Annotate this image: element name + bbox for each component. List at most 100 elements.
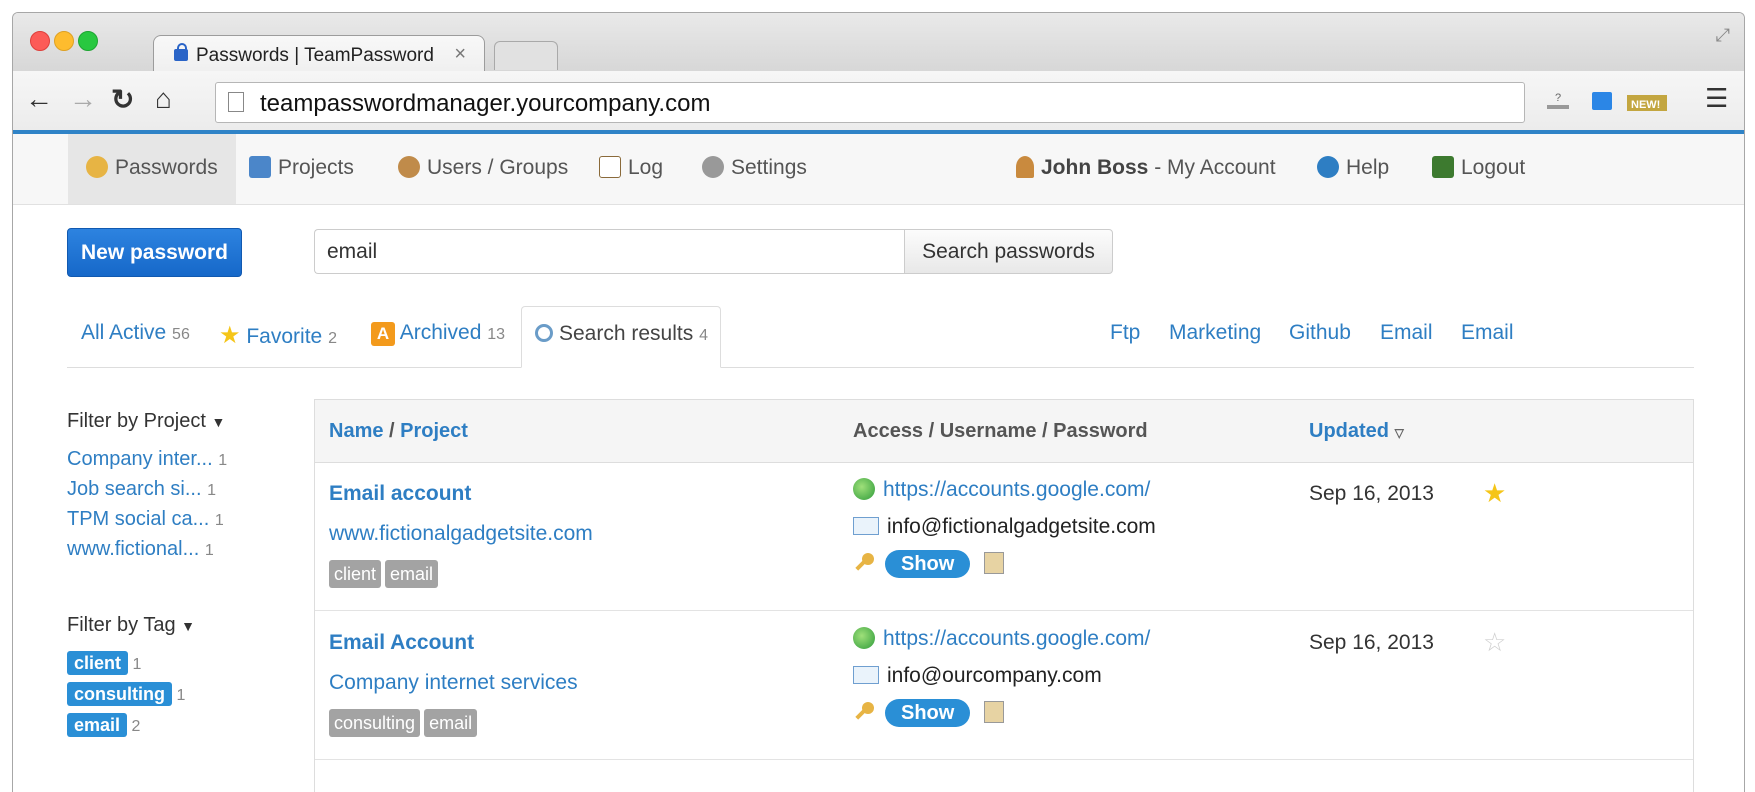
menu-icon[interactable]: ☰ [1705,83,1728,114]
tab-search-results[interactable]: Search results 4 [521,306,721,368]
show-password-button[interactable]: Show [885,699,971,727]
nav-my-account[interactable]: John Boss - My Account [1016,134,1276,204]
nav-help[interactable]: Help [1317,134,1389,204]
password-cell: Show [853,550,1005,578]
users-icon [398,156,420,178]
nav-logout-label: Logout [1461,156,1526,179]
filter-by-tag-toggle[interactable]: Filter by Tag ▼ [67,614,195,637]
tab-all-active-label: All Active [81,321,167,344]
sort-updated-link[interactable]: Updated [1309,420,1389,442]
quick-link-github[interactable]: Github [1289,321,1351,345]
table-row: Email account www.fictionalgadgetsite.co… [315,462,1693,611]
nav-logout[interactable]: Logout [1432,134,1525,204]
new-password-button[interactable]: New password [67,228,242,277]
nav-log-label: Log [628,156,664,179]
column-name-project[interactable]: Name / Project [329,420,468,443]
password-name-link[interactable]: Email account [329,482,471,506]
browser-toolbar: ← → ↻ ⌂ teampasswordmanager.yourcompany.… [13,71,1744,134]
download-icon[interactable]: ? [1545,89,1571,113]
log-icon [599,156,621,178]
quick-link-email[interactable]: Email [1380,321,1433,345]
project-filter-count: 1 [204,542,214,559]
project-filter-label: Company inter... [67,448,213,470]
tab-archived[interactable]: A Archived 13 [371,321,505,346]
copy-icon[interactable] [984,701,1005,723]
tag-filter-item[interactable]: consulting 1 [67,682,185,706]
quick-link-ftp[interactable]: Ftp [1110,321,1140,345]
tag-badge[interactable]: consulting [329,709,421,737]
extension-new-icon[interactable]: NEW! [1625,89,1669,113]
quick-link-marketing[interactable]: Marketing [1169,321,1261,345]
chevron-down-icon: ▼ [181,618,195,634]
favorite-star-icon[interactable]: ☆ [1483,627,1506,658]
nav-users-groups[interactable]: Users / Groups [398,134,568,204]
fullscreen-icon[interactable]: ⤢ [1716,25,1730,46]
filter-project-title: Filter by Project [67,410,206,432]
tag-badge[interactable]: client [329,560,382,588]
tab-all-active[interactable]: All Active 56 [81,321,190,345]
tag-badge[interactable]: email [424,709,478,737]
extension-icon[interactable] [1589,89,1615,113]
browser-tab[interactable]: Passwords | TeamPassword × [153,35,485,74]
new-tab-button[interactable] [494,41,558,70]
project-filter-item[interactable]: www.fictional... 1 [67,538,214,561]
table-header: Name / Project Access / Username / Passw… [315,400,1693,463]
title-bar: Passwords | TeamPassword × ⤢ [13,13,1744,74]
tag-filter-item[interactable]: client 1 [67,651,141,675]
home-icon[interactable]: ⌂ [155,83,172,115]
access-link[interactable]: https://accounts.google.com/ [853,627,1150,651]
tag-filter-label: client [67,651,129,675]
password-name-link[interactable]: Email Account [329,631,474,655]
project-link[interactable]: www.fictionalgadgetsite.com [329,522,593,546]
reload-icon[interactable]: ↻ [111,83,134,116]
row-tags: client email [329,560,442,588]
address-bar[interactable]: teampasswordmanager.yourcompany.com [215,82,1525,123]
nav-passwords[interactable]: Passwords [68,134,236,204]
project-filter-count: 1 [214,512,224,529]
lock-icon [174,43,188,61]
tag-badge[interactable]: email [385,560,439,588]
copy-icon[interactable] [984,552,1005,574]
project-filter-item[interactable]: Company inter... 1 [67,448,227,471]
tab-favorite[interactable]: ★ Favorite 2 [219,321,337,350]
updated-date: Sep 16, 2013 [1309,482,1434,505]
user-icon [1016,156,1034,178]
project-filter-label: Job search si... [67,478,202,500]
search-input[interactable] [314,229,904,274]
project-link[interactable]: Company internet services [329,671,578,695]
tab-archived-count: 13 [487,326,506,343]
nav-projects[interactable]: Projects [249,134,354,204]
minimize-window-button[interactable] [54,31,74,51]
key-icon [86,156,108,178]
zoom-window-button[interactable] [78,31,98,51]
tab-favorite-label: Favorite [246,325,323,348]
key-icon [853,700,877,724]
forward-icon[interactable]: → [69,83,97,115]
username-text: info@ourcompany.com [887,664,1102,687]
project-filter-item[interactable]: TPM social ca... 1 [67,508,224,531]
user-name: John Boss [1041,156,1149,179]
quick-link-email-2[interactable]: Email [1461,321,1514,345]
filter-by-project-toggle[interactable]: Filter by Project ▼ [67,410,225,433]
nav-settings[interactable]: Settings [702,134,807,204]
tabs-divider [67,367,1694,368]
tag-filter-item[interactable]: email 2 [67,713,141,737]
tab-close-icon[interactable]: × [454,43,466,66]
access-link[interactable]: https://accounts.google.com/ [853,478,1150,502]
back-icon[interactable]: ← [25,83,53,115]
sort-project-link[interactable]: Project [400,420,468,442]
search-passwords-button[interactable]: Search passwords [904,229,1113,274]
nav-log[interactable]: Log [599,134,663,204]
project-filter-item[interactable]: Job search si... 1 [67,478,216,501]
favorite-star-icon[interactable]: ★ [1483,478,1506,509]
show-password-button[interactable]: Show [885,550,971,578]
project-filter-count: 1 [207,482,216,499]
column-updated[interactable]: Updated ▽ [1309,420,1404,443]
column-separator: / [383,420,401,442]
search-icon [535,324,553,342]
username-text: info@fictionalgadgetsite.com [887,515,1156,538]
close-window-button[interactable] [30,31,50,51]
sort-name-link[interactable]: Name [329,420,383,442]
app-navigation: Passwords Projects Users / Groups Log Se… [13,134,1744,205]
tag-filter-count: 2 [131,718,141,735]
